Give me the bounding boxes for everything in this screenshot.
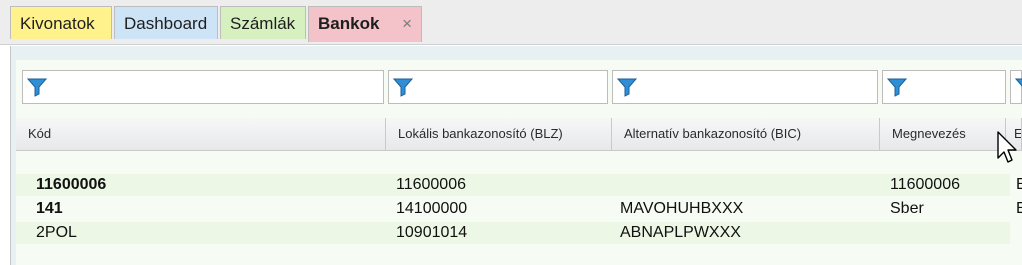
table-row[interactable] xyxy=(16,222,1010,244)
filter-icon[interactable] xyxy=(393,77,413,97)
cell-extra: E xyxy=(1016,176,1022,193)
table-row[interactable] xyxy=(16,174,1010,196)
column-header-kod[interactable]: Kód xyxy=(16,118,386,150)
filter-bic[interactable] xyxy=(612,70,878,104)
filter-blz[interactable] xyxy=(388,70,608,104)
tab-szamlak-label: Számlák xyxy=(230,14,296,33)
cell-bic: ABNAPLPWXXX xyxy=(620,224,741,241)
cell-blz: 11600006 xyxy=(396,176,466,193)
filter-icon[interactable] xyxy=(1015,77,1022,97)
cell-blz: 10901014 xyxy=(396,224,468,241)
filter-icon[interactable] xyxy=(617,77,637,97)
filter-megnevezes[interactable] xyxy=(882,70,1006,104)
tab-bankok-label: Bankok xyxy=(318,14,380,33)
cell-megnevezes: Sber xyxy=(890,200,924,217)
filter-icon[interactable] xyxy=(887,77,907,97)
column-header-megnevezes[interactable]: Megnevezés xyxy=(880,118,1006,150)
cell-megnevezes: 11600006 xyxy=(890,176,960,193)
tab-szamlak[interactable]: Számlák xyxy=(220,6,306,39)
tab-dashboard[interactable]: Dashboard xyxy=(114,6,218,39)
column-header-blz[interactable]: Lokális bankazonosító (BLZ) xyxy=(386,118,612,150)
tab-dashboard-label: Dashboard xyxy=(124,14,208,33)
filter-icon[interactable] xyxy=(27,77,47,97)
cell-kod: 2POL xyxy=(36,224,77,241)
tab-bar: Kivonatok Dashboard Számlák Bankok × xyxy=(0,0,1022,45)
cell-kod: 141 xyxy=(36,200,63,217)
close-icon[interactable]: × xyxy=(402,7,412,40)
tab-bankok[interactable]: Bankok × xyxy=(308,6,422,42)
column-header-bic[interactable]: Alternatív bankazonosító (BIC) xyxy=(612,118,880,150)
mouse-cursor-icon xyxy=(997,131,1017,163)
cell-blz: 14100000 xyxy=(396,200,468,217)
tab-kivonatok-label: Kivonatok xyxy=(20,14,95,33)
tab-kivonatok[interactable]: Kivonatok xyxy=(10,6,112,39)
cell-extra: E xyxy=(1016,200,1022,217)
cell-kod: 11600006 xyxy=(36,176,107,193)
table-row[interactable] xyxy=(16,198,1010,220)
filter-extra[interactable] xyxy=(1010,70,1022,104)
filter-kod[interactable] xyxy=(22,70,384,104)
cell-bic: MAVOHUHBXXX xyxy=(620,200,744,217)
